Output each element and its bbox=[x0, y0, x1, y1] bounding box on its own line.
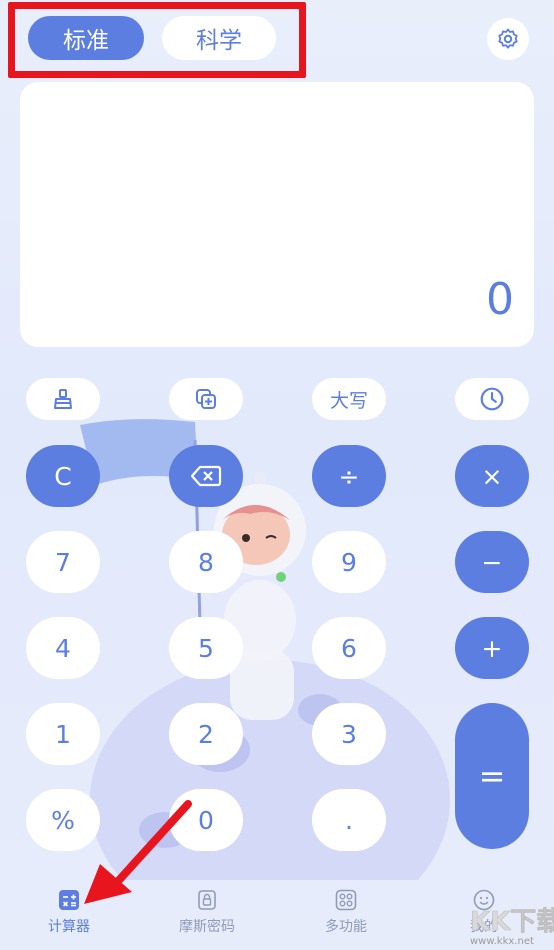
tab-scientific[interactable]: 科学 bbox=[162, 16, 276, 60]
copy-button[interactable] bbox=[169, 378, 243, 420]
nav-item-calculator[interactable]: 计算器 bbox=[19, 888, 119, 936]
bottom-navigation: 计算器 摩斯密码 多功能 我的 bbox=[0, 880, 554, 950]
tab-standard[interactable]: 标准 bbox=[28, 16, 144, 60]
nav-item-mine[interactable]: 我的 bbox=[434, 888, 534, 936]
digit-8-key[interactable]: 8 bbox=[169, 531, 243, 593]
smile-icon bbox=[472, 888, 496, 912]
calculator-icon bbox=[57, 888, 81, 912]
percent-key[interactable]: % bbox=[26, 789, 100, 851]
decimal-point-key[interactable]: . bbox=[312, 789, 386, 851]
digit-7-key[interactable]: 7 bbox=[26, 531, 100, 593]
result-display: 0 bbox=[20, 82, 534, 347]
copy-plus-icon bbox=[196, 389, 216, 409]
uppercase-button[interactable]: 大写 bbox=[312, 378, 386, 420]
minus-key[interactable]: − bbox=[455, 531, 529, 593]
digit-5-key[interactable]: 5 bbox=[169, 617, 243, 679]
nav-label-calculator: 计算器 bbox=[48, 919, 90, 935]
digit-4-key[interactable]: 4 bbox=[26, 617, 100, 679]
broom-icon bbox=[54, 389, 72, 409]
nav-label-morse-code: 摩斯密码 bbox=[179, 919, 235, 935]
digit-3-key[interactable]: 3 bbox=[312, 703, 386, 765]
display-value: 0 bbox=[486, 274, 514, 325]
nav-label-multifunction: 多功能 bbox=[325, 919, 367, 935]
digit-1-key[interactable]: 1 bbox=[26, 703, 100, 765]
digit-6-key[interactable]: 6 bbox=[312, 617, 386, 679]
astronaut-mascot-illustration bbox=[80, 419, 450, 880]
digit-0-key[interactable]: 0 bbox=[169, 789, 243, 851]
digit-9-key[interactable]: 9 bbox=[312, 531, 386, 593]
nav-item-multifunction[interactable]: 多功能 bbox=[296, 888, 396, 936]
backspace-key[interactable] bbox=[169, 445, 243, 507]
clock-icon bbox=[480, 387, 504, 411]
lock-icon bbox=[195, 888, 219, 912]
history-button[interactable] bbox=[455, 378, 529, 420]
clear-all-button[interactable] bbox=[26, 378, 100, 420]
plus-key[interactable]: + bbox=[455, 617, 529, 679]
equals-key[interactable]: = bbox=[455, 703, 529, 849]
nav-label-mine: 我的 bbox=[470, 919, 498, 935]
grid-icon bbox=[334, 888, 358, 912]
gear-icon bbox=[498, 28, 518, 49]
settings-button[interactable] bbox=[487, 18, 529, 60]
clear-key[interactable]: C bbox=[26, 445, 100, 507]
multiply-key[interactable]: × bbox=[455, 445, 529, 507]
nav-item-morse-code[interactable]: 摩斯密码 bbox=[157, 888, 257, 936]
digit-2-key[interactable]: 2 bbox=[169, 703, 243, 765]
divide-key[interactable]: ÷ bbox=[312, 445, 386, 507]
backspace-icon bbox=[190, 465, 222, 487]
